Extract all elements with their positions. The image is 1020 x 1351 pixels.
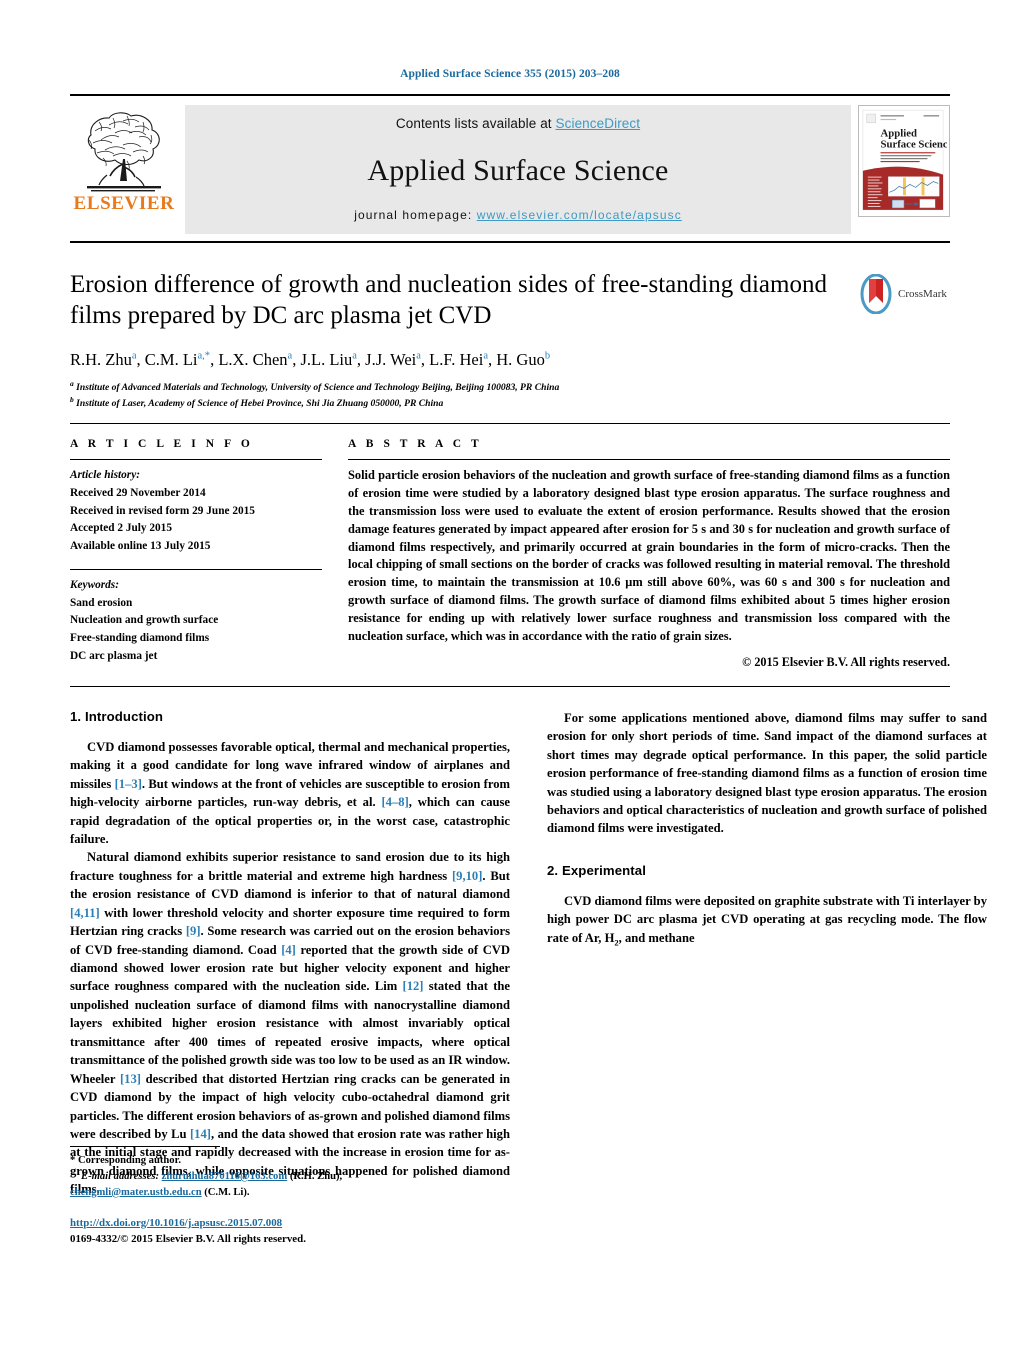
- intro-paragraph-1: CVD diamond possesses favorable optical,…: [70, 739, 510, 846]
- journal-title: Applied Surface Science: [367, 154, 669, 187]
- keyword-item: Free-standing diamond films: [70, 632, 210, 645]
- citation-ref[interactable]: [12]: [403, 979, 424, 993]
- email-owner-li: (C.M. Li).: [201, 1186, 250, 1198]
- history-item: Received 29 November 2014: [70, 486, 206, 499]
- email-link-li[interactable]: chengmli@mater.ustb.edu.cn: [70, 1187, 202, 1198]
- corresponding-author-note: * Corresponding author.: [70, 1155, 181, 1166]
- masthead-bottom-rule: [70, 241, 950, 243]
- homepage-prefix: journal homepage:: [354, 208, 477, 222]
- journal-cover-thumbnail: Applied Surface Science: [858, 105, 950, 217]
- sciencedirect-link[interactable]: ScienceDirect: [556, 116, 641, 131]
- citation-ref[interactable]: [14]: [190, 1127, 211, 1141]
- affiliation-a: a Institute of Advanced Materials and Te…: [70, 379, 560, 394]
- body-columns: 1. Introduction CVD diamond possesses fa…: [70, 709, 987, 1199]
- citation-ref[interactable]: [4,11]: [70, 906, 100, 920]
- email-addresses-line: E-mail addresses: zhuruihua870116@163.co…: [70, 1169, 510, 1185]
- history-item: Accepted 2 July 2015: [70, 522, 172, 535]
- elsevier-tree-icon: [79, 109, 169, 193]
- keyword-item: DC arc plasma jet: [70, 650, 158, 663]
- abstract-heading: A B S T R A C T: [348, 438, 483, 451]
- journal-homepage-link[interactable]: www.elsevier.com/locate/apsusc: [477, 208, 682, 222]
- citation-ref[interactable]: [1–3]: [115, 777, 142, 791]
- crossmark-badge[interactable]: CrossMark: [858, 271, 950, 317]
- affiliations: a Institute of Advanced Materials and Te…: [70, 379, 950, 411]
- crossmark-icon: [858, 273, 894, 315]
- article-info-heading: A R T I C L E I N F O: [70, 438, 254, 451]
- elsevier-wordmark: ELSEVIER: [73, 193, 175, 214]
- footnote-rule: [70, 1146, 220, 1147]
- svg-text:Surface Science: Surface Science: [881, 138, 947, 150]
- keywords-divider: [70, 569, 322, 571]
- citation-ref[interactable]: [4–8]: [381, 795, 408, 809]
- author-list: R.H. Zhua, C.M. Lia,*, L.X. Chena, J.L. …: [70, 350, 551, 369]
- abstract-column: A B S T R A C T Solid particle erosion b…: [348, 438, 950, 670]
- abstract-copyright: © 2015 Elsevier B.V. All rights reserved…: [742, 654, 950, 669]
- citation-ref[interactable]: [9]: [186, 924, 201, 938]
- citation-ref[interactable]: [13]: [120, 1072, 141, 1086]
- doi-block: http://dx.doi.org/10.1016/j.apsusc.2015.…: [70, 1215, 510, 1248]
- doi-line: http://dx.doi.org/10.1016/j.apsusc.2015.…: [70, 1215, 510, 1231]
- abstract-text: Solid particle erosion behaviors of the …: [348, 468, 950, 643]
- history-item: Available online 13 July 2015: [70, 540, 211, 553]
- running-head: Applied Surface Science 355 (2015) 203–2…: [400, 68, 620, 80]
- issn-copyright-line: 0169-4332/© 2015 Elsevier B.V. All right…: [70, 1233, 306, 1246]
- keywords-title: Keywords:: [70, 579, 119, 592]
- title-block: CrossMark Erosion difference of growth a…: [70, 269, 950, 411]
- keyword-item: Nucleation and growth surface: [70, 614, 219, 627]
- history-item: Received in revised form 29 June 2015: [70, 504, 255, 517]
- abstract-divider: [348, 459, 950, 461]
- body-column-left: 1. Introduction CVD diamond possesses fa…: [70, 709, 510, 1199]
- email-link-zhu[interactable]: zhuruihua870116@163.com: [162, 1171, 288, 1182]
- section-heading-introduction: 1. Introduction: [70, 708, 164, 724]
- page-title: Erosion difference of growth and nucleat…: [70, 271, 827, 329]
- doi-link[interactable]: http://dx.doi.org/10.1016/j.apsusc.2015.…: [70, 1217, 282, 1229]
- email-owner-zhu: (R.H. Zhu),: [287, 1170, 343, 1182]
- keyword-item: Sand erosion: [70, 596, 133, 609]
- article-history-title: Article history:: [70, 469, 140, 482]
- info-divider: [70, 459, 322, 461]
- contents-available-line: Contents lists available at ScienceDirec…: [185, 116, 851, 131]
- citation-ref[interactable]: [4]: [281, 943, 296, 957]
- journal-masthead: ELSEVIER Contents lists available at Sci…: [70, 94, 950, 234]
- email-label: E-mail addresses:: [81, 1170, 159, 1182]
- contents-prefix: Contents lists available at: [395, 116, 556, 131]
- intro-paragraph-3: For some applications mentioned above, d…: [547, 710, 987, 836]
- article-info-column: A R T I C L E I N F O Article history: R…: [70, 438, 322, 670]
- section-heading-experimental: 2. Experimental: [547, 862, 646, 878]
- email-addresses-line-2: chengmli@mater.ustb.edu.cn (C.M. Li).: [70, 1185, 510, 1201]
- elsevier-logo: ELSEVIER: [70, 105, 178, 213]
- footnote-block: * Corresponding author. E-mail addresses…: [70, 1146, 510, 1247]
- citation-ref[interactable]: [9,10]: [452, 869, 482, 883]
- masthead-center: Contents lists available at ScienceDirec…: [185, 105, 851, 234]
- crossmark-label: CrossMark: [898, 288, 947, 300]
- journal-homepage-line: journal homepage: www.elsevier.com/locat…: [185, 208, 851, 222]
- info-abstract-row: A R T I C L E I N F O Article history: R…: [70, 423, 950, 670]
- body-top-rule: [70, 685, 950, 687]
- experimental-paragraph-1: CVD diamond films were deposited on grap…: [547, 893, 987, 948]
- affiliation-b: b Institute of Laser, Academy of Science…: [70, 395, 444, 410]
- article-page: Applied Surface Science 355 (2015) 203–2…: [0, 0, 1020, 1351]
- body-column-right: For some applications mentioned above, d…: [547, 709, 987, 1199]
